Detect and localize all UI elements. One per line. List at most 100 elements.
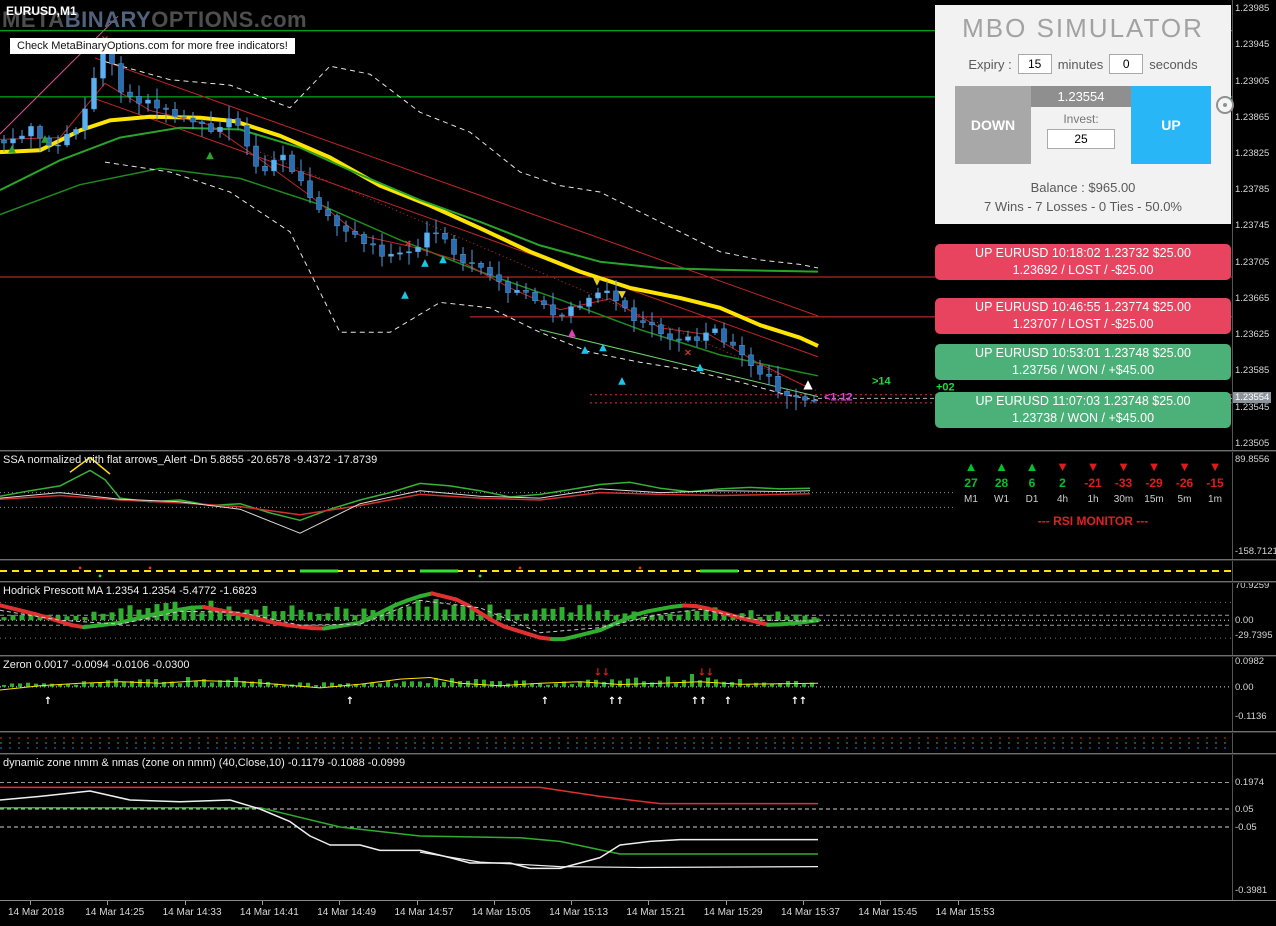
scale-label: 1.23985: [1235, 3, 1269, 14]
down-arrow-icon: ▼: [1079, 459, 1107, 475]
invest-column: 1.23554 Invest:: [1031, 86, 1131, 164]
rsi-cell-W1: ▲28W1: [988, 459, 1016, 505]
expiry-label: Expiry :: [968, 57, 1011, 72]
expiry-seconds-input[interactable]: [1109, 54, 1143, 74]
time-axis-label: 14 Mar 15:13: [549, 907, 608, 918]
time-tick: [648, 901, 649, 905]
time-axis-label: 14 Mar 14:49: [317, 907, 376, 918]
down-button[interactable]: DOWN: [955, 86, 1031, 164]
time-axis-label: 14 Mar 2018: [8, 907, 64, 918]
expiry-row: Expiry : minutes seconds: [935, 54, 1231, 86]
rsi-monitor-panel: ▲27M1▲28W1▲6D1▼24h▼-211h▼-3330m▼-2915m▼-…: [955, 455, 1231, 557]
time-axis-label: 14 Mar 15:05: [472, 907, 531, 918]
down-arrow-icon: ▼: [1110, 459, 1138, 475]
svg-text:▲: ▲: [599, 342, 607, 353]
svg-text:•: •: [77, 564, 82, 573]
svg-text:↑: ↑: [724, 696, 732, 707]
pane-separator[interactable]: [0, 559, 1276, 561]
mbo-simulator-panel: MBO SIMULATOR Expiry : minutes seconds D…: [935, 5, 1231, 224]
svg-text:>14: >14: [872, 375, 892, 387]
expiry-minutes-input[interactable]: [1018, 54, 1052, 74]
rsi-cell-30m: ▼-3330m: [1110, 459, 1138, 505]
rsi-monitor-title: --- RSI MONITOR ---: [955, 514, 1231, 528]
trade-history-row-won: UP EURUSD 11:07:03 1.23748 $25.001.23738…: [935, 392, 1231, 428]
rsi-timeframe-label: M1: [957, 494, 985, 505]
time-tick: [262, 901, 263, 905]
up-arrow-icon: ▲: [957, 459, 985, 475]
scale-label: 1.23745: [1235, 220, 1269, 231]
rsi-value: 6: [1018, 475, 1046, 491]
time-axis-label: 14 Mar 15:21: [626, 907, 685, 918]
svg-text:↑: ↑: [616, 696, 624, 707]
scale-label: 1.23585: [1235, 365, 1269, 376]
svg-text:↑: ↑: [346, 696, 354, 707]
invest-label: Invest:: [1063, 112, 1098, 126]
scale-label: 1.23905: [1235, 76, 1269, 87]
scale-label: -158.7121: [1235, 546, 1276, 557]
svg-text:↓: ↓: [706, 667, 714, 678]
time-tick: [726, 901, 727, 905]
up-arrow-icon: ▲: [1018, 459, 1046, 475]
down-arrow-icon: ▼: [1049, 459, 1077, 475]
rsi-value: -15: [1201, 475, 1229, 491]
scale-label: 0.0982: [1235, 656, 1264, 667]
seconds-label: seconds: [1149, 57, 1197, 72]
rsi-value: 27: [957, 475, 985, 491]
pane-separator[interactable]: [0, 753, 1276, 755]
pane-label-hodrick-prescott: Hodrick Prescott MA 1.2354 1.2354 -5.477…: [3, 585, 257, 597]
svg-text:↓: ↓: [602, 667, 610, 678]
rsi-cell-1m: ▼-151m: [1201, 459, 1229, 505]
scale-label: 1.23625: [1235, 329, 1269, 340]
time-axis-label: 14 Mar 14:57: [395, 907, 454, 918]
pane-separator[interactable]: [0, 581, 1276, 583]
strike-price: 1.23554: [1031, 86, 1131, 107]
svg-text:▲: ▲: [696, 362, 704, 373]
pane-separator[interactable]: [0, 655, 1276, 657]
time-axis-label: 14 Mar 14:33: [163, 907, 222, 918]
scale-label: 0.00: [1235, 682, 1254, 693]
scale-label: -0.3981: [1235, 885, 1267, 896]
svg-text:×: ×: [684, 347, 692, 358]
scale-label: 1.23945: [1235, 39, 1269, 50]
rsi-cell-4h: ▼24h: [1049, 459, 1077, 505]
time-tick: [339, 901, 340, 905]
svg-text:<1:12: <1:12: [824, 392, 852, 404]
invest-input[interactable]: [1047, 129, 1115, 149]
rsi-value: 2: [1049, 475, 1077, 491]
down-arrow-icon: ▼: [1140, 459, 1168, 475]
svg-text:▲: ▲: [803, 377, 813, 391]
scale-label: 1.23705: [1235, 257, 1269, 268]
pane-separator[interactable]: [0, 450, 1276, 452]
chart-pane-dynamic-zone: [0, 755, 1232, 899]
rsi-cells: ▲27M1▲28W1▲6D1▼24h▼-211h▼-3330m▼-2915m▼-…: [955, 455, 1231, 505]
up-button[interactable]: UP: [1131, 86, 1211, 164]
pane-separator[interactable]: [0, 731, 1276, 733]
time-tick: [880, 901, 881, 905]
rsi-timeframe-label: 30m: [1110, 494, 1138, 505]
chart-pane-yellow-strip: ••••••: [0, 561, 1232, 581]
rsi-value: -26: [1171, 475, 1199, 491]
svg-text:↑: ↑: [44, 696, 52, 707]
svg-text:•: •: [477, 572, 482, 581]
time-axis-label: 14 Mar 15:29: [704, 907, 763, 918]
pane-label-ssa: SSA normalized with flat arrows_Alert -D…: [3, 454, 377, 466]
svg-text:↑: ↑: [541, 696, 549, 707]
mt4-trading-terminal: ▲▲▲×××▲▲▲▲▲▲▲▲▼▼▲>14+02<1:12••••••↑↑↑↑↑↑…: [0, 0, 1276, 926]
svg-text:▲: ▲: [568, 327, 576, 338]
watermark-suffix: OPTIONS.com: [151, 7, 307, 32]
time-tick: [30, 901, 31, 905]
rsi-cell-D1: ▲6D1: [1018, 459, 1046, 505]
scale-label: 1.23785: [1235, 184, 1269, 195]
svg-text:▲: ▲: [8, 144, 16, 155]
rsi-value: -21: [1079, 475, 1107, 491]
svg-text:▲: ▲: [581, 345, 589, 356]
scale-label: 0.05: [1235, 804, 1254, 815]
svg-text:•: •: [97, 572, 102, 581]
time-axis-label: 14 Mar 14:41: [240, 907, 299, 918]
scale-label: -29.7395: [1235, 630, 1273, 641]
svg-text:↑: ↑: [699, 696, 707, 707]
svg-text:•: •: [517, 564, 522, 573]
rsi-value: -29: [1140, 475, 1168, 491]
pane-label-zeron: Zeron 0.0017 -0.0094 -0.0106 -0.0300: [3, 659, 190, 671]
scale-label: -0.05: [1235, 822, 1257, 833]
